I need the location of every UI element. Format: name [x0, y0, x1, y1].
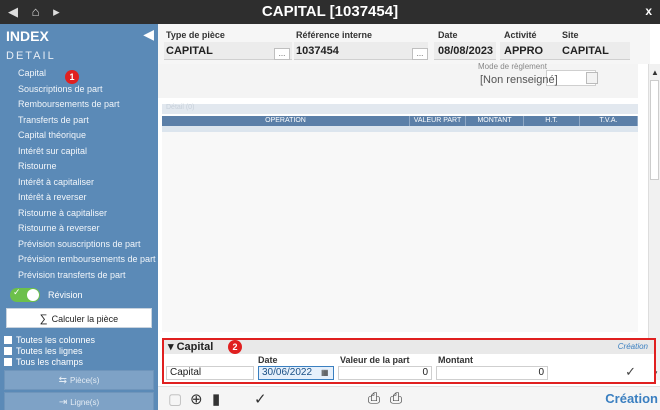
grid-header: OPERATION VALEUR PART MONTANT H.T. T.V.A… — [162, 116, 638, 126]
window-title: CAPITAL [1037454] — [261, 3, 399, 20]
print-settings-icon[interactable]: ⎙ — [390, 390, 402, 407]
col-montant[interactable]: MONTANT — [466, 116, 524, 126]
checkbox-list: Toutes les colonnes Toutes les lignes To… — [4, 334, 95, 367]
sigma-icon: ∑ — [39, 313, 48, 325]
sidebar-item-interet-capitaliser[interactable]: Intérêt à capitaliser — [18, 177, 156, 193]
montant-label: Montant — [438, 355, 473, 365]
activite-label: Activité — [504, 30, 537, 40]
capital-title-text: Capital — [176, 341, 214, 353]
capital-date-label: Date — [258, 355, 278, 365]
vertical-scrollbar[interactable]: ▲ ▼ — [648, 64, 660, 380]
col-operation[interactable]: OPERATION — [162, 116, 410, 126]
print-icon[interactable]: ⎙ — [368, 390, 380, 407]
checkbox-label: Toutes les lignes — [16, 345, 83, 356]
copy-icon[interactable]: ▢ — [168, 390, 182, 408]
col-tva[interactable]: T.V.A. — [580, 116, 638, 126]
calculate-button[interactable]: ∑ Calculer la pièce — [6, 308, 152, 328]
reference-dots-button[interactable]: ... — [412, 48, 428, 60]
pieces-icon: ⇆ — [58, 375, 68, 386]
annotation-badge-2: 2 — [228, 340, 242, 354]
sidebar-item-ristourne-capitaliser[interactable]: Ristourne à capitaliser — [18, 208, 156, 224]
creation-status: Création — [605, 391, 658, 406]
checkbox-tous-champs[interactable]: Tous les champs — [4, 356, 95, 367]
sidebar-item-transferts[interactable]: Transferts de part — [18, 115, 156, 131]
capital-panel: ▾ Capital 2 Création Capital Date 30/06/… — [162, 338, 656, 384]
sidebar: INDEX ◀ DETAIL Capital Souscriptions de … — [0, 24, 158, 410]
lignes-button[interactable]: ⇥ Ligne(s) — [4, 392, 154, 410]
sidebar-item-interet-capital[interactable]: Intérêt sur capital — [18, 146, 156, 162]
valeur-part-label: Valeur de la part — [340, 355, 410, 365]
mode-reglement-value: [Non renseigné] — [480, 74, 558, 86]
sidebar-item-prevision-souscriptions[interactable]: Prévision souscriptions de part — [18, 239, 156, 255]
site-label: Site — [562, 30, 579, 40]
capital-title-bar: ▾ Capital 2 Création — [164, 340, 654, 354]
checkbox-label: Tous les champs — [16, 356, 84, 367]
validate-icon[interactable]: ✓ — [254, 390, 267, 408]
capital-mode-label: Création — [617, 342, 648, 351]
col-valeur-part[interactable]: VALEUR PART — [410, 116, 466, 126]
montant-input[interactable]: 0 — [436, 366, 548, 380]
bottom-toolbar: ▢ ⊕ ▮ ✓ ⎙ ⎙ Création — [158, 386, 660, 410]
type-piece-value: CAPITAL — [166, 45, 213, 57]
checkbox-label: Toutes les colonnes — [16, 334, 96, 345]
main-panel: Type de pièce CAPITAL ... Référence inte… — [158, 24, 660, 410]
checkbox-box[interactable] — [4, 335, 12, 344]
revision-toggle-row: Révision — [10, 287, 83, 302]
sidebar-item-ristourne-reverser[interactable]: Ristourne à reverser — [18, 223, 156, 239]
date-label: Date — [438, 30, 458, 40]
annotation-badge-1: 1 — [65, 70, 79, 84]
checkbox-toutes-colonnes[interactable]: Toutes les colonnes — [4, 334, 95, 345]
sidebar-item-interet-reverser[interactable]: Intérêt à reverser — [18, 192, 156, 208]
sidebar-item-souscriptions[interactable]: Souscriptions de part — [18, 84, 156, 100]
col-ht[interactable]: H.T. — [524, 116, 580, 126]
add-icon[interactable]: ⊕ — [190, 390, 203, 408]
date-value: 08/08/2023 — [438, 45, 494, 57]
type-piece-dots-button[interactable]: ... — [274, 48, 290, 60]
calendar-icon[interactable]: ▦ — [321, 368, 331, 378]
scroll-up-icon[interactable]: ▲ — [651, 68, 659, 77]
sidebar-item-ristourne[interactable]: Ristourne — [18, 161, 156, 177]
close-icon[interactable]: x — [645, 4, 652, 18]
sidebar-item-capital[interactable]: Capital — [18, 68, 46, 78]
collapse-sidebar-icon[interactable]: ◀ — [143, 26, 154, 43]
checkbox-box[interactable] — [4, 346, 12, 355]
revision-toggle[interactable] — [10, 287, 40, 302]
checkbox-toutes-lignes[interactable]: Toutes les lignes — [4, 345, 95, 356]
lignes-label: Ligne(s) — [70, 398, 100, 407]
sidebar-item-prevision-transferts[interactable]: Prévision transferts de part — [18, 270, 156, 286]
calculate-label: Calculer la pièce — [51, 314, 119, 324]
reference-label: Référence interne — [296, 30, 373, 40]
valeur-part-input[interactable]: 0 — [338, 366, 432, 380]
mode-reglement-label: Mode de règlement — [478, 62, 547, 71]
sidebar-heading: INDEX — [6, 28, 49, 44]
revision-label: Révision — [48, 290, 83, 300]
detail-grid: Détail (0) OPERATION VALEUR PART MONTANT… — [162, 104, 638, 134]
checkbox-box[interactable] — [4, 357, 12, 366]
sidebar-item-capital-theorique[interactable]: Capital théorique — [18, 130, 156, 146]
sidebar-item-capital-row: Capital — [18, 68, 156, 84]
capital-title[interactable]: ▾ Capital — [168, 340, 213, 353]
title-bar: ◀ ⌂ ▸ CAPITAL [1037454] x — [0, 0, 660, 24]
sidebar-item-prevision-remboursements[interactable]: Prévision remboursements de part — [18, 254, 156, 270]
type-piece-label: Type de pièce — [166, 30, 225, 40]
sidebar-items: Capital Souscriptions de part Remboursem… — [18, 68, 156, 285]
scroll-thumb[interactable] — [650, 80, 659, 180]
activite-value: APPRO — [504, 45, 544, 57]
grid-body — [162, 132, 638, 332]
grid-caption: Détail (0) — [162, 104, 638, 114]
delete-icon[interactable]: ▮ — [212, 390, 220, 408]
pieces-button[interactable]: ⇆ Pièce(s) — [4, 370, 154, 390]
capital-row-label-field[interactable]: Capital — [166, 366, 254, 380]
mode-reglement-dots-button[interactable] — [586, 72, 598, 84]
sidebar-section-title: DETAIL — [6, 50, 56, 62]
lignes-icon: ⇥ — [58, 397, 68, 408]
validate-check-icon[interactable]: ✓ — [625, 364, 636, 380]
reference-value: 1037454 — [296, 45, 339, 57]
sidebar-item-remboursements[interactable]: Remboursements de part — [18, 99, 156, 115]
site-value: CAPITAL — [562, 45, 609, 57]
pieces-label: Pièce(s) — [70, 376, 100, 385]
